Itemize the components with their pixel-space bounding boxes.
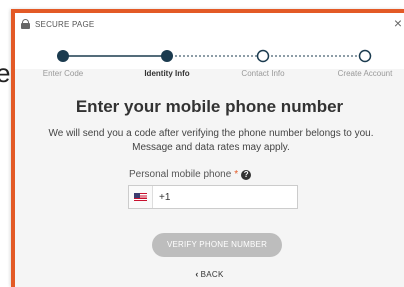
phone-field (128, 185, 298, 209)
back-link-label: BACK (200, 270, 224, 279)
phone-field-label-row: Personal mobile phone * ? (129, 169, 252, 180)
country-selector[interactable] (129, 186, 153, 208)
chevron-left-icon: ‹ (195, 269, 199, 279)
step-dot-create-account (358, 49, 372, 63)
verify-phone-button[interactable]: VERIFY PHONE NUMBER (152, 233, 282, 257)
background-page-text: e (0, 58, 11, 88)
step-dot-identity-info (161, 50, 173, 62)
step-label-create-account: Create Account (337, 69, 393, 78)
phone-field-label: Personal mobile phone (129, 169, 232, 180)
us-flag-icon (134, 193, 147, 201)
back-link[interactable]: ‹ BACK (15, 269, 404, 279)
close-icon[interactable]: × (394, 16, 402, 30)
modal-header: SECURE PAGE × (15, 13, 404, 35)
secure-modal: SECURE PAGE × Enter Code Identity Info C… (11, 9, 404, 287)
secure-page-label: SECURE PAGE (35, 19, 95, 29)
required-mark: * (234, 169, 239, 180)
step-dot-contact-info (256, 49, 270, 63)
step-label-identity-info: Identity Info (144, 69, 190, 78)
description-text: We will send you a code after verifying … (48, 128, 374, 153)
progress-stepper: Enter Code Identity Info Contact Info Cr… (15, 35, 404, 78)
lock-icon (21, 19, 30, 29)
stepper-graphic (57, 49, 372, 63)
step-dot-enter-code (57, 50, 69, 62)
page-title: Enter your mobile phone number (75, 97, 344, 116)
help-icon[interactable]: ? (241, 169, 252, 180)
main-content: Enter your mobile phone number We will s… (15, 83, 404, 287)
phone-input[interactable] (153, 191, 293, 203)
step-label-enter-code: Enter Code (42, 69, 84, 78)
step-label-contact-info: Contact Info (241, 69, 285, 78)
